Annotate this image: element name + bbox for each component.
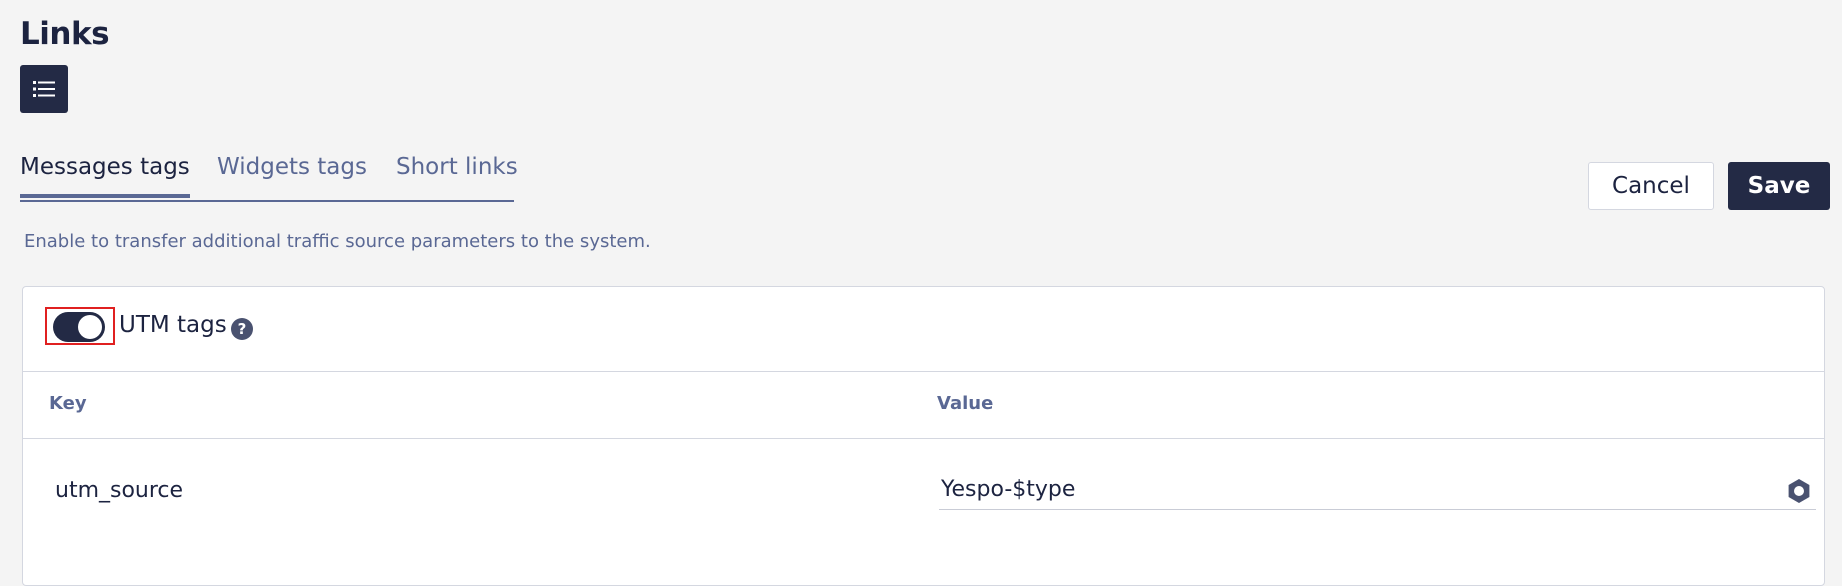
tab-widgets-tags[interactable]: Widgets tags [217, 154, 367, 180]
utm-toggle[interactable] [45, 307, 115, 345]
page-title: Links [20, 16, 110, 52]
toggle-track [53, 312, 105, 342]
column-header-key: Key [49, 393, 87, 414]
tab-messages-tags[interactable]: Messages tags [20, 154, 190, 198]
gear-icon[interactable] [1786, 478, 1812, 504]
divider [23, 438, 1824, 439]
question-circle-icon[interactable]: ? [231, 318, 253, 340]
value-input[interactable]: Yespo-$type [939, 470, 1816, 510]
tab-bar: Messages tags Widgets tags Short links [20, 154, 518, 202]
utm-tags-card: UTM tags ? Key Value utm_source Yespo-$t… [22, 286, 1825, 586]
utm-tags-label: UTM tags [119, 312, 227, 338]
toggle-knob [78, 315, 102, 339]
description-text: Enable to transfer additional traffic so… [24, 231, 651, 252]
list-icon [33, 81, 55, 97]
key-cell: utm_source [55, 478, 184, 503]
value-text: Yespo-$type [941, 477, 1076, 502]
save-button[interactable]: Save [1728, 162, 1830, 210]
list-view-button[interactable] [20, 65, 68, 113]
column-header-value: Value [937, 393, 994, 414]
tab-short-links[interactable]: Short links [396, 154, 518, 180]
utm-card-header: UTM tags ? [23, 287, 1824, 372]
cancel-button[interactable]: Cancel [1588, 162, 1714, 210]
